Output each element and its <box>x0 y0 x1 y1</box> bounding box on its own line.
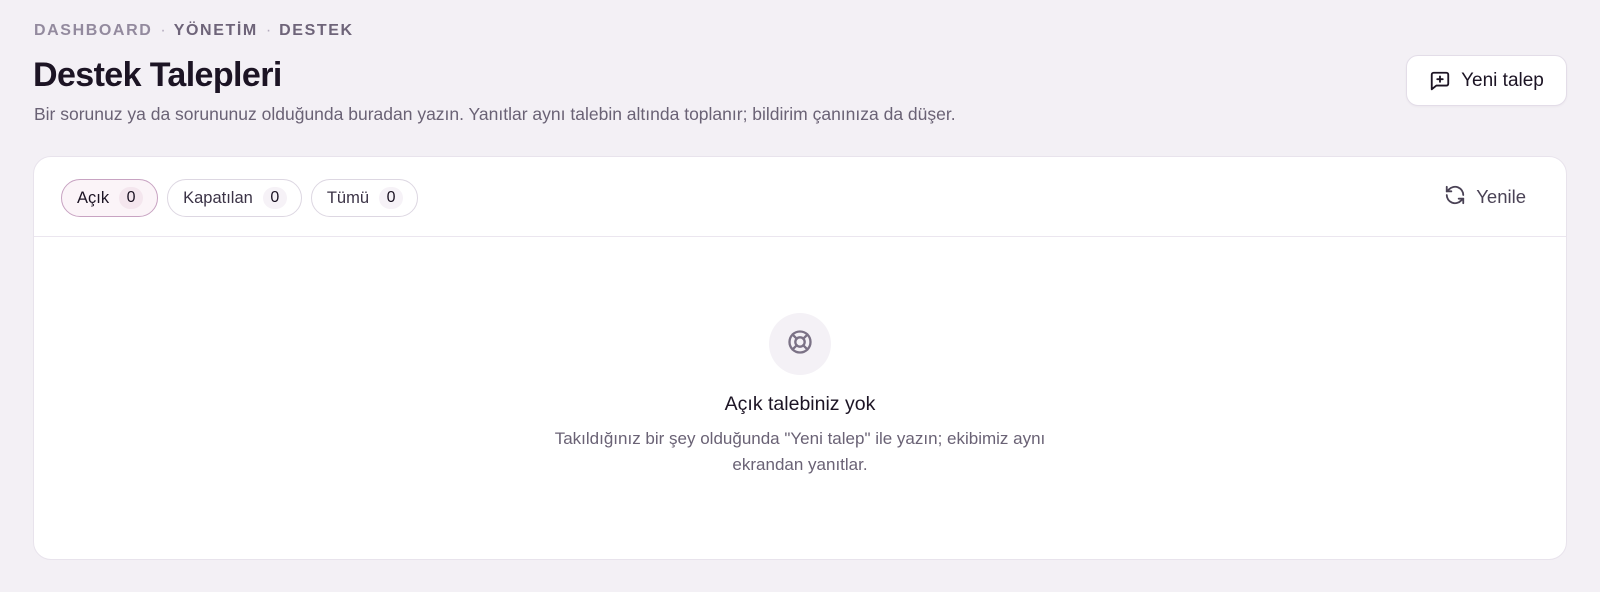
tab-open[interactable]: Açık 0 <box>61 179 159 217</box>
refresh-icon <box>1444 184 1466 211</box>
tab-label: Açık <box>77 188 110 207</box>
tab-count-badge: 0 <box>119 187 144 209</box>
card-toolbar: Açık 0 Kapatılan 0 Tümü 0 Yenile <box>34 157 1566 237</box>
empty-state: Açık talebiniz yok Takıldığınız bir şey … <box>34 313 1566 478</box>
breadcrumb-item-destek: DESTEK <box>279 22 354 39</box>
breadcrumb: DASHBOARD · YÖNETİM · DESTEK <box>34 22 354 40</box>
status-tabs: Açık 0 Kapatılan 0 Tümü 0 <box>61 179 419 217</box>
tab-all[interactable]: Tümü 0 <box>310 179 419 217</box>
message-plus-icon <box>1429 70 1451 92</box>
breadcrumb-item-dashboard[interactable]: DASHBOARD <box>34 22 152 40</box>
page-subtitle: Bir sorunuz ya da sorununuz olduğunda bu… <box>34 104 956 124</box>
tab-label: Kapatılan <box>183 188 253 207</box>
new-ticket-label: Yeni talep <box>1461 69 1544 91</box>
lifebuoy-icon <box>786 328 814 361</box>
tab-closed[interactable]: Kapatılan 0 <box>167 179 302 217</box>
empty-state-icon-wrapper <box>769 313 831 375</box>
breadcrumb-item-yonetim[interactable]: YÖNETİM <box>174 22 258 40</box>
empty-state-description: Takıldığınız bir şey olduğunda "Yeni tal… <box>554 429 1046 474</box>
refresh-button[interactable]: Yenile <box>1444 181 1526 213</box>
tickets-card: Açık 0 Kapatılan 0 Tümü 0 Yenile Açık ta… <box>33 156 1567 560</box>
breadcrumb-separator: · <box>160 22 166 39</box>
tab-count-badge: 0 <box>379 187 404 209</box>
tab-label: Tümü <box>326 188 370 207</box>
tab-count-badge: 0 <box>262 187 287 209</box>
new-ticket-button[interactable]: Yeni talep <box>1406 55 1567 106</box>
refresh-label: Yenile <box>1476 186 1526 207</box>
page-title: Destek Talepleri <box>33 56 282 94</box>
breadcrumb-separator: · <box>265 22 272 39</box>
empty-state-title: Açık talebiniz yok <box>724 393 876 415</box>
